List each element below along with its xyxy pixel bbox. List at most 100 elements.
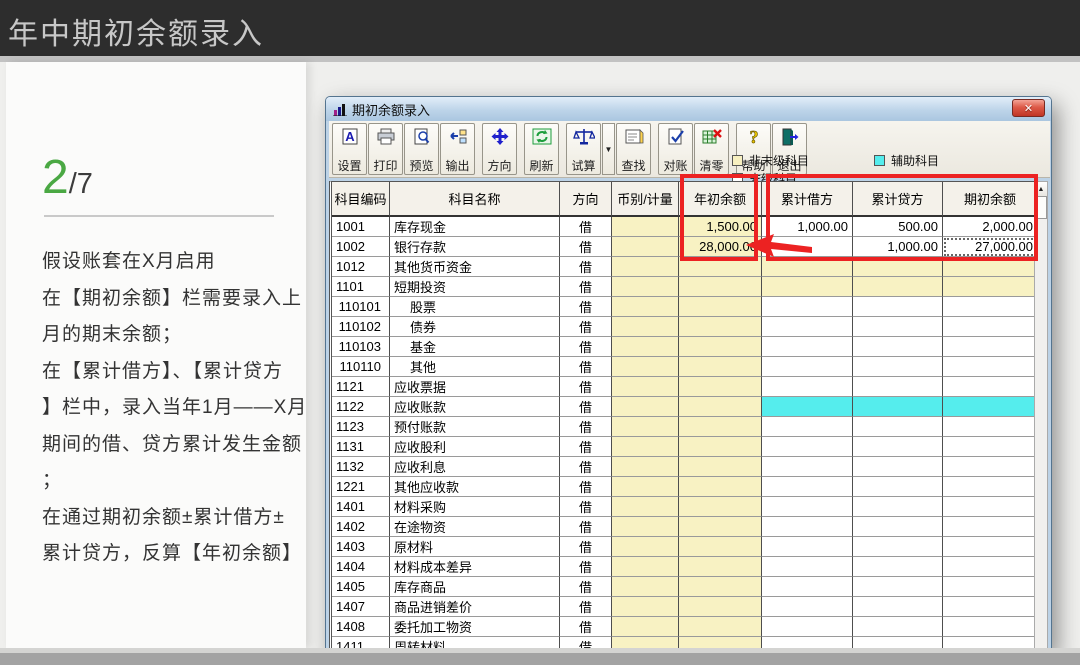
refresh-button[interactable]: 刷新: [524, 123, 559, 175]
settings-button[interactable]: A 设置: [332, 123, 367, 175]
cell-direction[interactable]: 借: [560, 577, 612, 597]
cell-currency[interactable]: [612, 437, 679, 457]
cell-initial-balance[interactable]: [943, 577, 1038, 597]
cell-cumulative-credit[interactable]: [853, 457, 943, 477]
cell-name[interactable]: 委托加工物资: [390, 617, 560, 637]
cell-year-opening-balance[interactable]: [679, 477, 762, 497]
cell-direction[interactable]: 借: [560, 437, 612, 457]
cell-code[interactable]: 1001: [332, 217, 390, 237]
cell-year-opening-balance[interactable]: [679, 457, 762, 477]
table-row[interactable]: 110110其他借: [332, 357, 1038, 377]
cell-direction[interactable]: 借: [560, 277, 612, 297]
cell-year-opening-balance[interactable]: [679, 257, 762, 277]
cell-cumulative-credit[interactable]: [853, 397, 943, 417]
table-row[interactable]: 1002银行存款借28,000.001,000.0027,000.00: [332, 237, 1038, 257]
cell-cumulative-debit[interactable]: [762, 557, 853, 577]
cell-direction[interactable]: 借: [560, 597, 612, 617]
cell-name[interactable]: 材料成本差异: [390, 557, 560, 577]
cell-direction[interactable]: 借: [560, 257, 612, 277]
cell-name[interactable]: 股票: [390, 297, 560, 317]
cell-year-opening-balance[interactable]: [679, 317, 762, 337]
cell-code[interactable]: 1408: [332, 617, 390, 637]
cell-initial-balance[interactable]: [943, 417, 1038, 437]
cell-currency[interactable]: [612, 537, 679, 557]
cell-name[interactable]: 商品进销差价: [390, 597, 560, 617]
cell-cumulative-credit[interactable]: 500.00: [853, 217, 943, 237]
cell-cumulative-debit[interactable]: [762, 237, 853, 257]
table-row[interactable]: 1101短期投资借: [332, 277, 1038, 297]
cell-initial-balance[interactable]: [943, 297, 1038, 317]
cell-cumulative-credit[interactable]: [853, 317, 943, 337]
cell-cumulative-credit[interactable]: [853, 357, 943, 377]
cell-currency[interactable]: [612, 377, 679, 397]
cell-direction[interactable]: 借: [560, 477, 612, 497]
preview-button[interactable]: 预览: [404, 123, 439, 175]
cell-cumulative-credit[interactable]: [853, 417, 943, 437]
cell-code[interactable]: 1401: [332, 497, 390, 517]
cell-initial-balance[interactable]: [943, 457, 1038, 477]
cell-cumulative-credit[interactable]: [853, 557, 943, 577]
cell-year-opening-balance[interactable]: [679, 537, 762, 557]
table-row[interactable]: 110102债券借: [332, 317, 1038, 337]
cell-currency[interactable]: [612, 217, 679, 237]
cell-initial-balance[interactable]: [943, 557, 1038, 577]
cell-code[interactable]: 1407: [332, 597, 390, 617]
cell-cumulative-debit[interactable]: [762, 517, 853, 537]
trial-balance-button[interactable]: 试算: [566, 123, 601, 175]
cell-cumulative-credit[interactable]: [853, 517, 943, 537]
cell-initial-balance[interactable]: [943, 477, 1038, 497]
cell-name[interactable]: 其他应收款: [390, 477, 560, 497]
table-row[interactable]: 1012其他货币资金借: [332, 257, 1038, 277]
cell-year-opening-balance[interactable]: [679, 497, 762, 517]
cell-cumulative-credit[interactable]: [853, 477, 943, 497]
cell-direction[interactable]: 借: [560, 497, 612, 517]
cell-cumulative-credit[interactable]: [853, 277, 943, 297]
cell-code[interactable]: 1122: [332, 397, 390, 417]
cell-initial-balance[interactable]: [943, 397, 1038, 417]
cell-direction[interactable]: 借: [560, 397, 612, 417]
cell-direction[interactable]: 借: [560, 457, 612, 477]
cell-code[interactable]: 1404: [332, 557, 390, 577]
cell-name[interactable]: 债券: [390, 317, 560, 337]
cell-name[interactable]: 短期投资: [390, 277, 560, 297]
cell-cumulative-debit[interactable]: [762, 617, 853, 637]
direction-button[interactable]: 方向: [482, 123, 517, 175]
cell-cumulative-debit[interactable]: [762, 397, 853, 417]
cell-direction[interactable]: 借: [560, 357, 612, 377]
cell-code[interactable]: 1403: [332, 537, 390, 557]
cell-direction[interactable]: 借: [560, 377, 612, 397]
cell-code[interactable]: 110101: [332, 297, 390, 317]
cell-cumulative-debit[interactable]: [762, 457, 853, 477]
cell-year-opening-balance[interactable]: [679, 277, 762, 297]
table-row[interactable]: 1221其他应收款借: [332, 477, 1038, 497]
cell-cumulative-credit[interactable]: [853, 577, 943, 597]
cell-direction[interactable]: 借: [560, 517, 612, 537]
cell-initial-balance[interactable]: [943, 537, 1038, 557]
cell-year-opening-balance[interactable]: [679, 577, 762, 597]
cell-initial-balance[interactable]: [943, 617, 1038, 637]
print-button[interactable]: 打印: [368, 123, 403, 175]
cell-initial-balance[interactable]: [943, 377, 1038, 397]
cell-currency[interactable]: [612, 297, 679, 317]
cell-cumulative-debit[interactable]: [762, 537, 853, 557]
table-row[interactable]: 1121应收票据借: [332, 377, 1038, 397]
table-row[interactable]: 1401材料采购借: [332, 497, 1038, 517]
cell-code[interactable]: 1002: [332, 237, 390, 257]
cell-name[interactable]: 库存现金: [390, 217, 560, 237]
table-row[interactable]: 1407商品进销差价借: [332, 597, 1038, 617]
cell-initial-balance[interactable]: [943, 497, 1038, 517]
cell-currency[interactable]: [612, 597, 679, 617]
cell-cumulative-debit[interactable]: [762, 437, 853, 457]
cell-name[interactable]: 应收票据: [390, 377, 560, 397]
scrollbar-thumb[interactable]: [1035, 197, 1047, 219]
cell-currency[interactable]: [612, 397, 679, 417]
cell-cumulative-credit[interactable]: [853, 537, 943, 557]
cell-initial-balance[interactable]: [943, 517, 1038, 537]
cell-currency[interactable]: [612, 417, 679, 437]
cell-cumulative-debit[interactable]: [762, 357, 853, 377]
cell-name[interactable]: 应收利息: [390, 457, 560, 477]
cell-code[interactable]: 110103: [332, 337, 390, 357]
cell-code[interactable]: 1101: [332, 277, 390, 297]
cell-year-opening-balance[interactable]: [679, 597, 762, 617]
table-row[interactable]: 1408委托加工物资借: [332, 617, 1038, 637]
